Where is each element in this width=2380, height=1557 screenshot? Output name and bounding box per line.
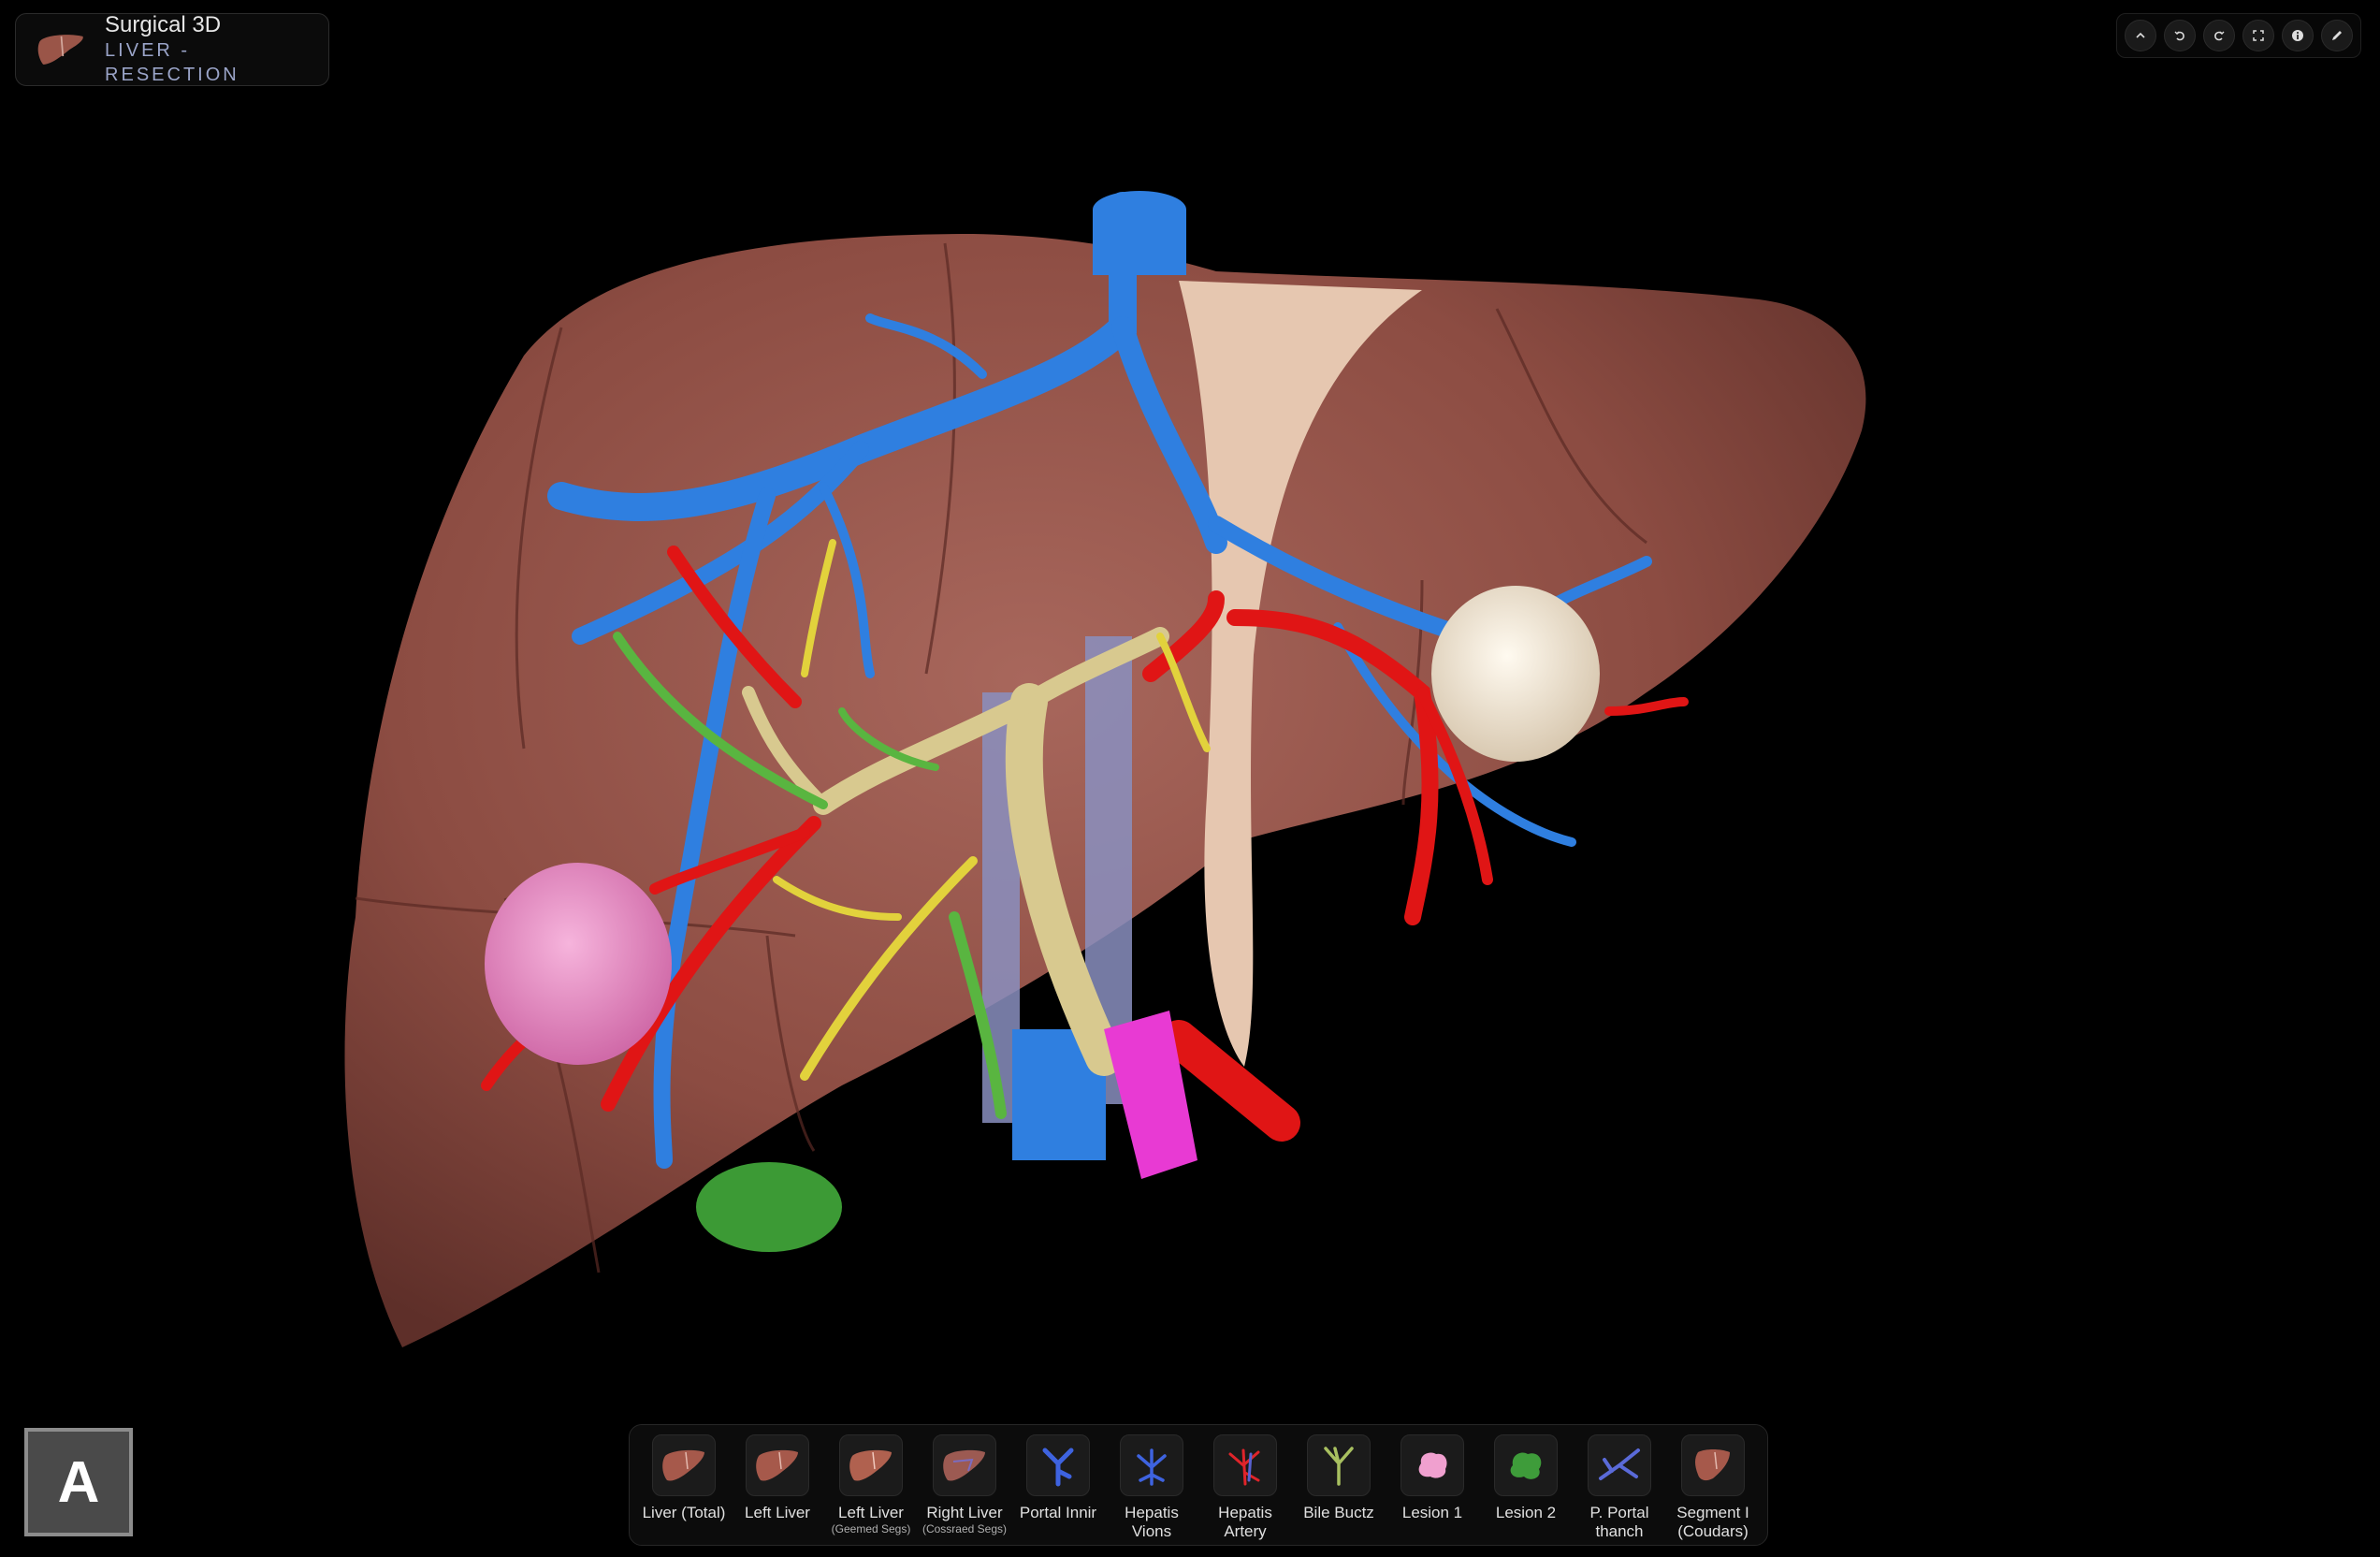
lesion-green-icon bbox=[1494, 1434, 1558, 1496]
viewer-toolbar bbox=[2116, 13, 2361, 58]
lesion-pink-icon bbox=[1400, 1434, 1464, 1496]
layer-hepatic-artery[interactable]: Hepatis Artery bbox=[1200, 1434, 1290, 1545]
edit-button[interactable] bbox=[2321, 20, 2353, 51]
3d-viewport[interactable] bbox=[0, 94, 2380, 1404]
layer-right-liver-segments[interactable]: Right Liver (Cossraed Segs) bbox=[920, 1434, 1009, 1545]
undo-button[interactable] bbox=[2164, 20, 2196, 51]
redo-button[interactable] bbox=[2203, 20, 2235, 51]
collapse-button[interactable] bbox=[2125, 20, 2156, 51]
layer-dock: Liver (Total) Left Liver Left Liver (Gee… bbox=[629, 1424, 1768, 1546]
layer-left-liver-segments[interactable]: Left Liver (Geemed Segs) bbox=[826, 1434, 916, 1545]
layer-liver-total[interactable]: Liver (Total) bbox=[639, 1434, 729, 1545]
layer-portal-branch[interactable]: P. Portal thanch bbox=[1575, 1434, 1664, 1545]
pencil-icon bbox=[2332, 31, 2342, 40]
layer-lesion-1[interactable]: Lesion 1 bbox=[1387, 1434, 1477, 1545]
layer-portal-inner[interactable]: Portal Innir bbox=[1013, 1434, 1103, 1545]
redo-icon bbox=[2214, 31, 2225, 41]
fullscreen-icon bbox=[2253, 30, 2264, 41]
view-marker[interactable]: A bbox=[24, 1428, 133, 1536]
lesion-2 bbox=[1431, 586, 1600, 762]
app-title: Surgical 3D bbox=[105, 12, 222, 37]
layer-hepatic-veins[interactable]: Hepatis Vions bbox=[1107, 1434, 1197, 1545]
liver-model[interactable] bbox=[0, 94, 2380, 1404]
liver-segment-icon bbox=[839, 1434, 903, 1496]
info-icon bbox=[2292, 30, 2303, 41]
hepatic-vein-icon bbox=[1120, 1434, 1183, 1496]
undo-icon bbox=[2174, 31, 2184, 41]
hepatic-artery-icon bbox=[1213, 1434, 1277, 1496]
bile-duct-icon bbox=[1307, 1434, 1371, 1496]
layer-segment-i[interactable]: Segment I (Coudars) bbox=[1668, 1434, 1758, 1545]
liver-icon bbox=[746, 1434, 809, 1496]
liver-icon bbox=[652, 1434, 716, 1496]
layer-lesion-2[interactable]: Lesion 2 bbox=[1481, 1434, 1571, 1545]
liver-icon bbox=[1681, 1434, 1745, 1496]
lesion-1 bbox=[485, 863, 672, 1065]
liver-segment-icon bbox=[933, 1434, 996, 1496]
liver-logo-icon bbox=[37, 35, 83, 65]
app-subtitle: LIVER - RESECTION bbox=[105, 40, 239, 85]
portal-branch-icon bbox=[1588, 1434, 1651, 1496]
gallbladder bbox=[696, 1162, 842, 1252]
fullscreen-button[interactable] bbox=[2242, 20, 2274, 51]
layer-bile-ducts[interactable]: Bile Buctz bbox=[1294, 1434, 1384, 1545]
layer-left-liver[interactable]: Left Liver bbox=[733, 1434, 822, 1545]
collapse-up-icon bbox=[2136, 32, 2145, 38]
info-button[interactable] bbox=[2282, 20, 2314, 51]
portal-vein-icon bbox=[1026, 1434, 1090, 1496]
app-header: Surgical 3D LIVER - RESECTION bbox=[15, 12, 329, 86]
